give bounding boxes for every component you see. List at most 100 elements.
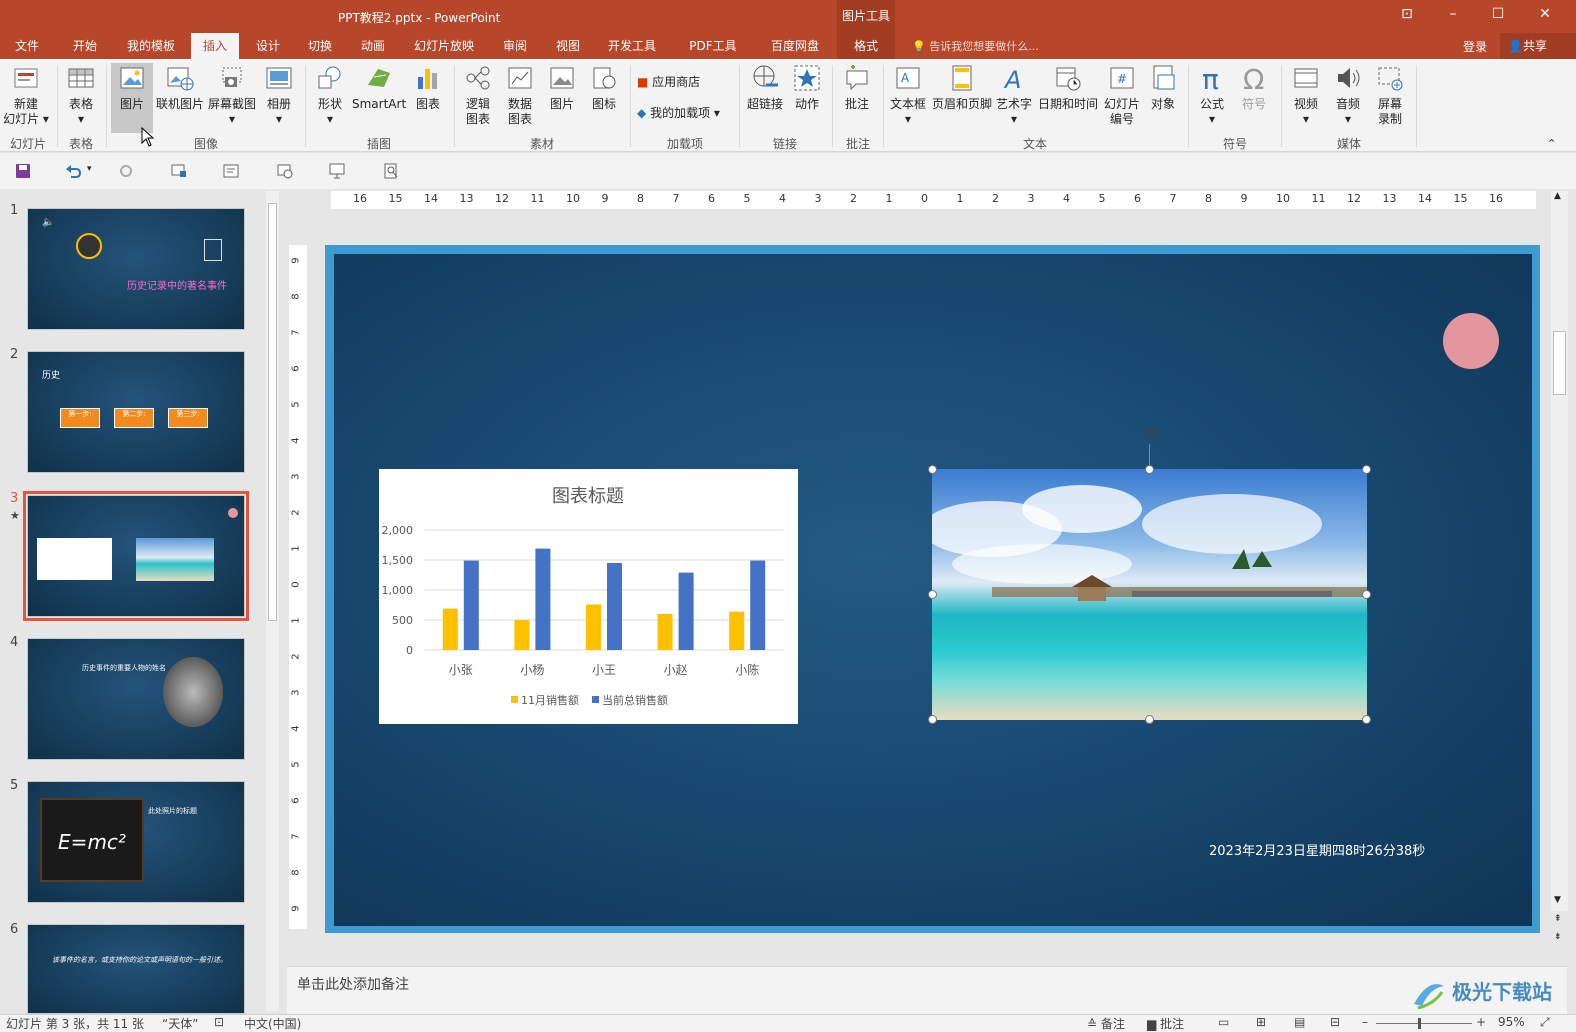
from-beginning-icon[interactable]	[170, 162, 188, 180]
tab-0[interactable]: 文件	[14, 33, 40, 59]
tab-9[interactable]: 视图	[555, 33, 581, 59]
wordart-button[interactable]: A 艺术字 ▾	[996, 63, 1032, 127]
fit-to-window-icon[interactable]: ⤢	[1540, 1015, 1550, 1030]
tab-3[interactable]: 插入	[191, 33, 239, 59]
zoom-slider-thumb[interactable]	[1418, 1018, 1421, 1029]
resize-handle-top[interactable]	[1145, 465, 1154, 474]
insert-table-button[interactable]: 表格 ▾	[62, 63, 100, 127]
rehearse-icon[interactable]	[276, 162, 294, 180]
redo-icon[interactable]	[117, 162, 135, 180]
app-store-button[interactable]: ■ 应用商店	[637, 73, 700, 90]
tell-me-box[interactable]: 💡 告诉我您想要做什么...	[912, 38, 1039, 54]
resize-handle-bottom[interactable]	[1145, 715, 1154, 724]
object-button[interactable]: 对象	[1145, 63, 1181, 112]
beach-photo[interactable]	[932, 469, 1367, 720]
thumbnail-scroll-thumb[interactable]	[268, 203, 277, 621]
equation-button[interactable]: π 公式 ▾	[1194, 63, 1230, 127]
next-slide-icon[interactable]: ⇟	[1554, 932, 1562, 942]
resize-handle-top-right[interactable]	[1362, 465, 1371, 474]
undo-icon[interactable]	[64, 162, 82, 180]
ribbon-display-options-icon[interactable]: ⊡	[1395, 6, 1419, 22]
photo-album-button[interactable]: 相册 ▾	[261, 63, 297, 127]
notes-toggle-button[interactable]: ≙ 备注	[1087, 1015, 1125, 1032]
screen-record-button[interactable]: 屏幕 录制	[1372, 63, 1408, 127]
tab-4[interactable]: 设计	[255, 33, 281, 59]
tab-11[interactable]: PDF工具集	[684, 33, 742, 79]
resize-handle-left[interactable]	[928, 590, 937, 599]
normal-view-icon[interactable]: ▭	[1218, 1015, 1229, 1029]
pink-circle-shape[interactable]	[1443, 313, 1499, 369]
scroll-down-icon[interactable]: ▼	[1554, 895, 1561, 905]
tab-2[interactable]: 我的模板	[126, 33, 176, 59]
material-picture-button[interactable]: 图片	[544, 63, 580, 112]
comments-toggle-button[interactable]: ▆ 批注	[1147, 1015, 1184, 1032]
tab-6[interactable]: 动画	[360, 33, 386, 59]
shapes-button[interactable]: 形状 ▾	[312, 63, 348, 127]
language-indicator[interactable]: 中文(中国)	[244, 1015, 301, 1032]
header-footer-button[interactable]: 页眉和页脚	[930, 63, 994, 112]
tab-12[interactable]: 百度网盘	[770, 33, 820, 59]
datetime-button[interactable]: 日期和时间	[1036, 63, 1100, 112]
scroll-up-icon[interactable]: ▲	[1554, 191, 1561, 201]
slide-sorter-icon[interactable]: ⊞	[1256, 1015, 1266, 1029]
video-button[interactable]: 视频 ▾	[1288, 63, 1324, 127]
audio-button[interactable]: 音频 ▾	[1330, 63, 1366, 127]
textbox-button[interactable]: A 文本框 ▾	[888, 63, 928, 127]
resize-handle-right[interactable]	[1362, 590, 1371, 599]
slide-thumbnail-3[interactable]	[23, 491, 249, 621]
editor-scroll-thumb[interactable]	[1553, 331, 1566, 395]
tab-1[interactable]: 开始	[72, 33, 98, 59]
tab-7[interactable]: 幻灯片放映	[414, 33, 474, 59]
slide-thumbnail-5[interactable]: E=mc² 此处照片的标题	[27, 781, 245, 903]
close-button[interactable]: ✕	[1533, 6, 1557, 22]
slide-thumbnail-4[interactable]: 历史事件的重要人物的姓名	[27, 638, 245, 760]
slideshow-view-icon[interactable]: ⊟	[1330, 1015, 1340, 1029]
hyperlink-button[interactable]: 超链接	[745, 63, 785, 112]
slide-thumbnail-6[interactable]: 该事件的名言，或支持你的论文或声明语句的一般引述。	[27, 924, 245, 1014]
tab-10[interactable]: 开发工具	[607, 33, 657, 59]
layout-icon[interactable]	[222, 162, 240, 180]
icon-button[interactable]: 图标	[586, 63, 622, 112]
zoom-in-button[interactable]: +	[1476, 1015, 1486, 1029]
slideshow-icon[interactable]	[328, 162, 346, 180]
resize-handle-top-left[interactable]	[928, 465, 937, 474]
chart-object[interactable]: 图表标题 2,000 1,500 1,000 500 0 小张 小杨 小王 小赵 小陈 11月销售额 当…	[379, 469, 798, 724]
notes-pane[interactable]: 单击此处添加备注	[287, 966, 1567, 1014]
minimize-button[interactable]: –	[1441, 6, 1465, 22]
spellcheck-icon[interactable]: ⊡	[214, 1015, 224, 1029]
action-button[interactable]: 动作	[789, 63, 825, 112]
undo-dropdown-icon[interactable]: ▾	[87, 164, 92, 174]
data-chart-button[interactable]: 数据 图表	[502, 63, 538, 127]
comment-button[interactable]: 批注	[838, 63, 876, 112]
print-preview-icon[interactable]	[382, 162, 400, 180]
collapse-ribbon-icon[interactable]: ⌃	[1547, 137, 1556, 150]
zoom-out-button[interactable]: –	[1362, 1015, 1368, 1029]
save-icon[interactable]	[14, 162, 32, 180]
resize-handle-bottom-right[interactable]	[1362, 715, 1371, 724]
my-addins-button[interactable]: ◆ 我的加载项 ▾	[637, 104, 720, 121]
slide-number-button[interactable]: # 幻灯片 编号	[1102, 63, 1142, 127]
slide-datetime[interactable]: 2023年2月23日星期四8时26分38秒	[1209, 840, 1425, 859]
maximize-button[interactable]: ☐	[1486, 6, 1510, 22]
zoom-level[interactable]: 95%	[1498, 1015, 1525, 1029]
previous-slide-icon[interactable]: ⇞	[1554, 914, 1562, 924]
login-link[interactable]: 登录	[1463, 38, 1487, 55]
reading-view-icon[interactable]: ▤	[1294, 1015, 1305, 1029]
online-picture-button[interactable]: 联机图片	[155, 63, 205, 112]
rotate-handle-icon[interactable]: ⟳	[1140, 424, 1162, 446]
logic-chart-button[interactable]: 逻辑 图表	[460, 63, 496, 127]
smartart-button[interactable]: SmartArt	[352, 63, 406, 112]
insert-picture-button[interactable]: 图片	[111, 63, 153, 133]
zoom-slider[interactable]	[1376, 1023, 1472, 1024]
symbol-button[interactable]: Ω 符号	[1236, 63, 1272, 112]
thumbnail-scrollbar[interactable]	[266, 191, 279, 1011]
screenshot-button[interactable]: 屏幕截图 ▾	[207, 63, 257, 127]
slide-thumbnail-1[interactable]: 🔈 历史记录中的著名事件	[27, 208, 245, 330]
tab-13[interactable]: 格式	[837, 33, 895, 59]
slide-thumbnail-2[interactable]: 历史 第一步: 第二步: 第三步:	[27, 351, 245, 473]
resize-handle-bottom-left[interactable]	[928, 715, 937, 724]
editor-scrollbar[interactable]: ▲ ▼	[1551, 191, 1568, 911]
tab-5[interactable]: 切换	[307, 33, 333, 59]
new-slide-button[interactable]: 新建 幻灯片 ▾	[3, 63, 49, 127]
share-button[interactable]: 👤共享	[1500, 33, 1576, 59]
